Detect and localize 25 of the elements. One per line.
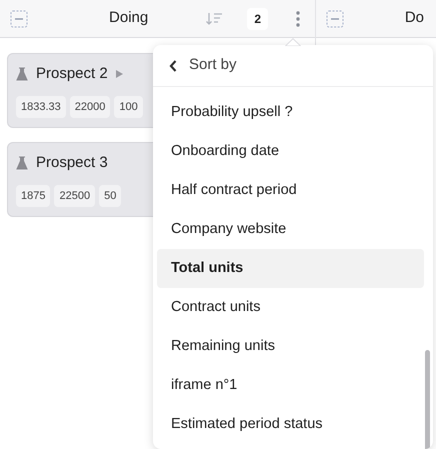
card-title: Prospect 3 bbox=[36, 153, 108, 173]
flask-icon bbox=[16, 156, 28, 170]
menu-item[interactable]: Total units bbox=[157, 249, 424, 288]
play-icon[interactable] bbox=[116, 70, 123, 78]
back-icon[interactable] bbox=[169, 60, 177, 72]
collapse-icon[interactable] bbox=[10, 10, 28, 28]
value-tag: 22500 bbox=[54, 184, 96, 207]
menu-item[interactable]: iframe n°1 bbox=[157, 366, 424, 405]
value-tag: 22000 bbox=[70, 96, 110, 118]
card-title: Prospect 2 bbox=[36, 64, 108, 84]
flask-icon bbox=[16, 67, 28, 82]
collapse-icon[interactable] bbox=[326, 10, 344, 28]
card-count: 2 bbox=[247, 8, 268, 30]
sort-icon[interactable] bbox=[205, 10, 224, 26]
more-icon[interactable] bbox=[296, 10, 300, 26]
menu-item[interactable]: Remaining units bbox=[157, 327, 424, 366]
column-title: Doing bbox=[108, 8, 150, 28]
value-tag: 1875 bbox=[16, 184, 50, 207]
value-tag: 1833.33 bbox=[16, 96, 66, 118]
menu-item[interactable]: Contract units bbox=[157, 288, 424, 327]
menu-item[interactable]: Estimated period status bbox=[157, 405, 424, 444]
scrollbar-thumb[interactable] bbox=[425, 350, 430, 449]
value-tag: 50 bbox=[99, 184, 122, 207]
value-tag: 100 bbox=[114, 96, 143, 118]
column-title: Do bbox=[404, 8, 424, 28]
